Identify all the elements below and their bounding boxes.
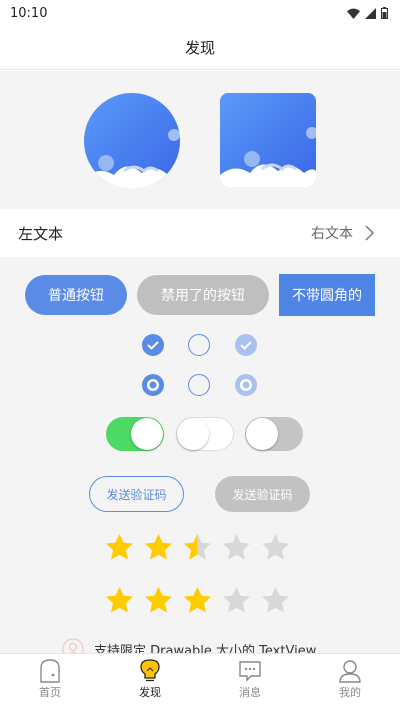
tab-discover[interactable]: 发现 xyxy=(100,654,200,705)
tab-label: 发现 xyxy=(139,686,161,699)
checkbox-unchecked[interactable] xyxy=(188,334,210,356)
rounded-image xyxy=(220,93,316,187)
status-time: 10:10 xyxy=(10,5,48,21)
radio-unselected[interactable] xyxy=(188,374,210,396)
rating-bar[interactable] xyxy=(104,532,291,563)
switch-knob xyxy=(131,418,163,450)
right-group: 右文本 xyxy=(311,223,374,243)
bulb-icon xyxy=(140,659,160,682)
text-settings-row[interactable]: 左文本 右文本 xyxy=(0,209,400,257)
star-icon[interactable] xyxy=(260,585,291,616)
rating-bar[interactable] xyxy=(104,585,291,616)
send-code-button-disabled: 发送验证码 xyxy=(215,476,310,512)
page-title: 发现 xyxy=(184,39,215,57)
send-code-button[interactable]: 发送验证码 xyxy=(89,476,184,512)
title-bar: 发现 xyxy=(0,26,400,70)
star-icon[interactable] xyxy=(104,585,135,616)
normal-button[interactable]: 普通按钮 xyxy=(25,275,127,315)
tab-label: 我的 xyxy=(339,686,361,699)
square-button[interactable]: 不带圆角的 xyxy=(279,274,375,316)
tab-label: 首页 xyxy=(39,686,61,699)
radio-dot-icon xyxy=(147,379,159,391)
star-icon[interactable] xyxy=(260,532,291,563)
star-icon[interactable] xyxy=(143,532,174,563)
star-icon[interactable] xyxy=(143,585,174,616)
message-icon xyxy=(239,661,261,682)
drawable-textview: 支持限定 Drawable 大小的 TextView xyxy=(62,637,316,653)
checkbox-checked-disabled xyxy=(235,334,257,356)
radio-selected-disabled xyxy=(235,374,257,396)
star-icon[interactable] xyxy=(221,585,252,616)
radio-selected[interactable] xyxy=(142,374,164,396)
user-icon xyxy=(62,638,84,653)
battery-icon xyxy=(381,7,388,19)
tab-home[interactable]: 首页 xyxy=(0,654,100,705)
tab-label: 消息 xyxy=(239,686,261,699)
switch-knob xyxy=(177,418,209,450)
status-bar: 10:10 xyxy=(0,0,400,26)
home-icon xyxy=(40,659,60,683)
left-text: 左文本 xyxy=(18,224,64,243)
right-text: 右文本 xyxy=(311,226,353,242)
cell-signal-icon xyxy=(365,7,376,19)
switch-off[interactable] xyxy=(176,417,234,451)
tab-messages[interactable]: 消息 xyxy=(200,654,300,705)
switch-off-disabled xyxy=(245,417,303,451)
circle-image xyxy=(84,93,180,189)
star-icon[interactable] xyxy=(182,585,213,616)
star-icon[interactable] xyxy=(221,532,252,563)
bottom-tab-bar: 首页 发现 消息 我的 xyxy=(0,653,400,705)
checkbox-checked[interactable] xyxy=(142,334,164,356)
switch-knob xyxy=(246,418,278,450)
discover-content[interactable]: 左文本 右文本 普通按钮 禁用了的按钮 不带圆角的 发送验证码 发送验证码 支持… xyxy=(0,71,400,653)
radio-dot-icon xyxy=(240,379,252,391)
chevron-right-icon xyxy=(365,225,374,241)
drawable-text: 支持限定 Drawable 大小的 TextView xyxy=(94,643,317,654)
switch-on[interactable] xyxy=(106,417,164,451)
check-icon xyxy=(240,341,252,350)
star-icon[interactable] xyxy=(104,532,135,563)
user-icon xyxy=(339,660,361,683)
disabled-button: 禁用了的按钮 xyxy=(137,275,269,315)
check-icon xyxy=(147,341,159,350)
status-icons xyxy=(347,7,388,19)
wifi-icon xyxy=(347,8,360,19)
image-section xyxy=(0,71,400,208)
tab-mine[interactable]: 我的 xyxy=(300,654,400,705)
star-icon[interactable] xyxy=(182,532,213,563)
